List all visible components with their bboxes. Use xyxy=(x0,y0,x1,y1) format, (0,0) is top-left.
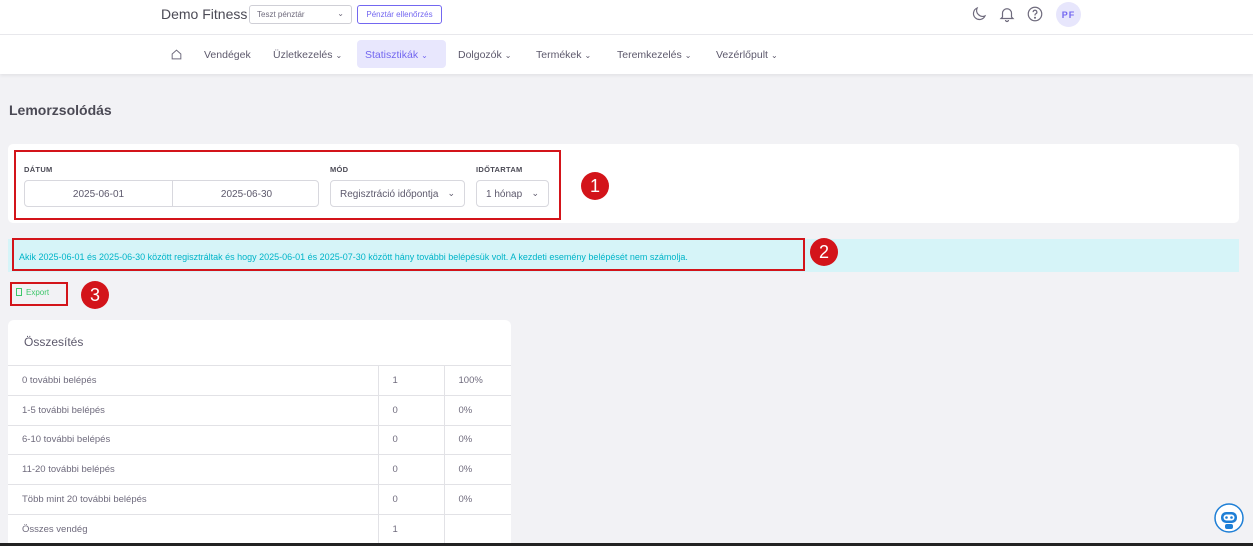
row-count: 0 xyxy=(377,454,444,485)
date-range-picker[interactable]: 2025-06-01 2025-06-30 xyxy=(24,180,319,207)
chevron-down-icon: ⌄ xyxy=(531,188,539,198)
row-count: 1 xyxy=(377,513,444,545)
row-count: 1 xyxy=(377,365,444,396)
nav-item-products[interactable]: Termékek ⌄ xyxy=(528,40,599,68)
moon-icon[interactable] xyxy=(970,5,988,23)
brand-name[interactable]: Demo Fitness xyxy=(161,6,247,22)
duration-select-value: 1 hónap xyxy=(486,189,523,200)
row-percent: 0% xyxy=(443,454,511,485)
row-label: 6-10 további belépés xyxy=(8,424,378,455)
summary-card: Összesítés 0 további belépés 1 100% 1-5 … xyxy=(8,320,511,546)
nav-item-employees[interactable]: Dolgozók ⌄ xyxy=(450,40,519,68)
help-icon[interactable] xyxy=(1026,5,1044,23)
mode-label: MÓD xyxy=(330,165,349,174)
annotation-badge-1: 1 xyxy=(581,172,609,200)
chat-bot-icon[interactable] xyxy=(1214,503,1244,533)
info-alert-text: Akik 2025-06-01 és 2025-06-30 között reg… xyxy=(19,252,688,262)
row-label: Összes vendég xyxy=(8,513,378,545)
cash-register-select[interactable]: Teszt pénztár ⌄ xyxy=(249,5,352,24)
row-percent: 0% xyxy=(443,484,511,515)
table-row: 11-20 további belépés 0 0% xyxy=(8,454,511,485)
user-avatar[interactable]: PF xyxy=(1056,2,1081,27)
chevron-down-icon: ⌄ xyxy=(335,51,343,60)
duration-select[interactable]: 1 hónap ⌄ xyxy=(476,180,549,207)
row-percent: 0% xyxy=(443,424,511,455)
export-button[interactable]: Export xyxy=(16,288,49,297)
chevron-down-icon: ⌄ xyxy=(504,51,512,60)
nav-item-guests[interactable]: Vendégek xyxy=(196,40,259,68)
row-label: 11-20 további belépés xyxy=(8,454,378,485)
annotation-badge-2: 2 xyxy=(810,238,838,266)
chevron-down-icon: ⌄ xyxy=(584,51,592,60)
summary-table: 0 további belépés 1 100% 1-5 további bel… xyxy=(8,365,511,545)
top-bar: Demo Fitness Teszt pénztár ⌄ Pénztár ell… xyxy=(0,0,1253,35)
row-percent: 0% xyxy=(443,394,511,426)
nav-item-dashboard[interactable]: Vezérlőpult ⌄ xyxy=(708,40,786,68)
table-row: Több mint 20 további belépés 0 0% xyxy=(8,484,511,515)
date-label: DÁTUM xyxy=(24,165,53,174)
row-count: 0 xyxy=(377,394,444,426)
table-row: 1-5 további belépés 0 0% xyxy=(8,394,511,426)
chevron-down-icon: ⌄ xyxy=(447,188,455,198)
cash-register-select-value: Teszt pénztár xyxy=(257,10,305,19)
page-title: Lemorzsolódás xyxy=(9,102,112,118)
date-from-value[interactable]: 2025-06-01 xyxy=(25,189,172,200)
main-nav: Vendégek Üzletkezelés ⌄ Statisztikák ⌄ Dol… xyxy=(0,35,1253,74)
table-row: 0 további belépés 1 100% xyxy=(8,365,511,396)
row-count: 0 xyxy=(377,484,444,515)
chevron-down-icon: ⌄ xyxy=(684,51,692,60)
mode-select-value: Regisztráció időpontja xyxy=(340,189,439,200)
table-row: Összes vendég 1 xyxy=(8,513,511,545)
nav-item-rooms[interactable]: Teremkezelés ⌄ xyxy=(609,40,699,68)
home-icon[interactable] xyxy=(170,48,183,61)
chevron-down-icon: ⌄ xyxy=(770,51,778,60)
cash-register-check-button[interactable]: Pénztár ellenőrzés xyxy=(357,5,442,24)
annotation-badge-3: 3 xyxy=(81,281,109,309)
row-label: 1-5 további belépés xyxy=(8,394,378,426)
nav-item-business[interactable]: Üzletkezelés ⌄ xyxy=(265,40,350,68)
bell-icon[interactable] xyxy=(998,5,1016,23)
nav-item-statistics[interactable]: Statisztikák ⌄ xyxy=(357,40,446,68)
row-percent xyxy=(443,513,511,545)
file-icon xyxy=(16,288,22,296)
export-label: Export xyxy=(26,288,50,297)
row-count: 0 xyxy=(377,424,444,455)
date-to-value[interactable]: 2025-06-30 xyxy=(173,189,320,200)
row-label: Több mint 20 további belépés xyxy=(8,484,378,515)
mode-select[interactable]: Regisztráció időpontja ⌄ xyxy=(330,180,465,207)
summary-title: Összesítés xyxy=(24,335,84,349)
chevron-down-icon: ⌄ xyxy=(337,9,344,18)
row-label: 0 további belépés xyxy=(8,365,378,396)
duration-label: IDŐTARTAM xyxy=(476,165,523,174)
chevron-down-icon: ⌄ xyxy=(421,51,428,60)
table-row: 6-10 további belépés 0 0% xyxy=(8,424,511,455)
row-percent: 100% xyxy=(443,365,511,396)
